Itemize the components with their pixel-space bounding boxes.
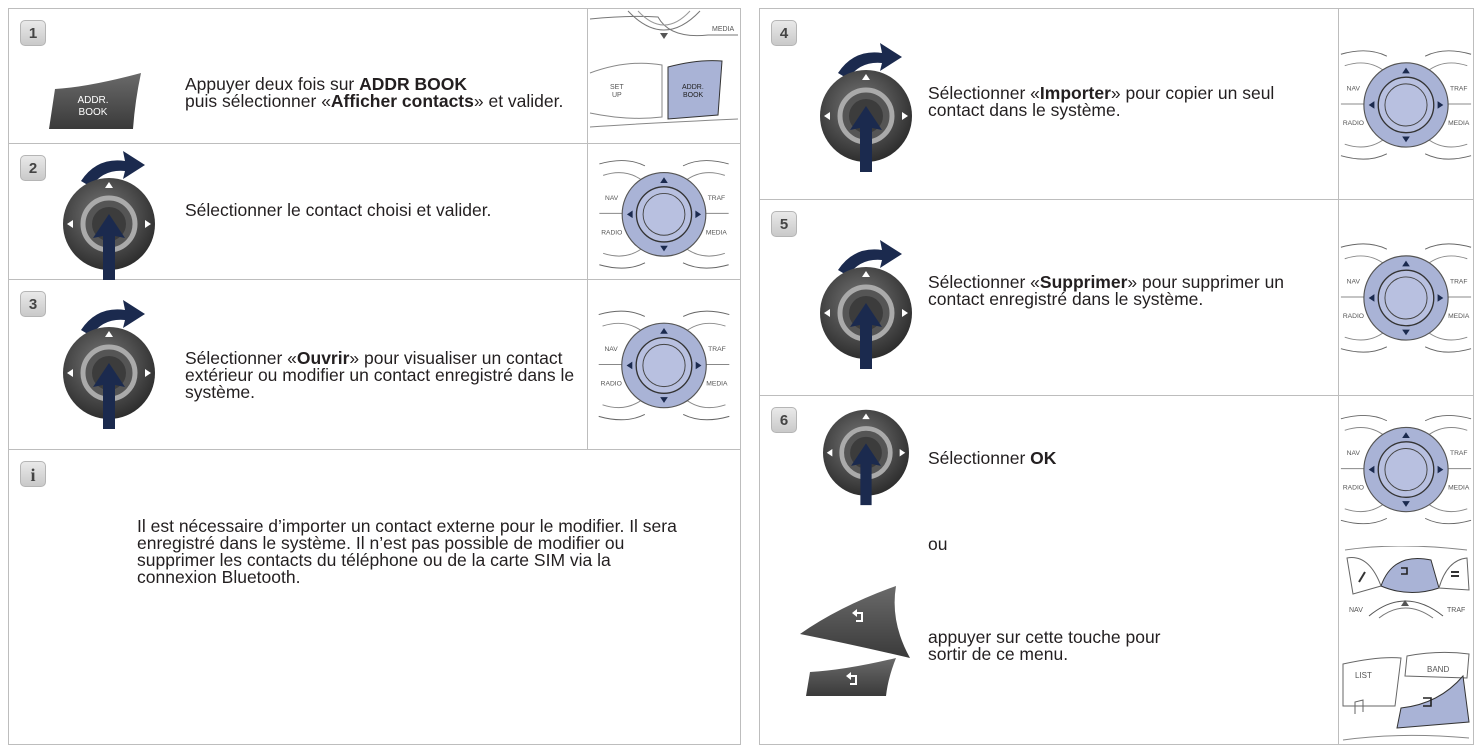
step-number-4: 4 (771, 20, 797, 46)
step-1: 1 ADDR. BOOK Appuyer deux fois sur ADDR … (9, 9, 740, 144)
radio-label: RADIO (601, 381, 622, 388)
back-button-upper[interactable] (800, 586, 910, 658)
media-label: MEDIA (1448, 485, 1470, 492)
radio-label: RADIO (601, 229, 622, 236)
nav-label: NAV (1347, 279, 1361, 286)
media-label: MEDIA (1448, 313, 1470, 320)
traf-label: TRAF (708, 195, 725, 202)
media-label: MEDIA (1448, 120, 1470, 127)
dial-console-thumb: NAV TRAF RADIO MEDIA (1338, 396, 1473, 546)
info-icon: i (20, 461, 46, 487)
rotary-dial-icon (816, 238, 916, 370)
band-label: BAND (1427, 665, 1449, 674)
media-label: MEDIA (712, 26, 735, 33)
dial-console-thumb: NAV TRAF RADIO MEDIA (587, 280, 740, 449)
back-console-thumb: NAV TRAF LIST BAND (1338, 546, 1473, 744)
radio-label: RADIO (1343, 313, 1364, 320)
addr-label-1: ADDR. (682, 84, 704, 91)
addr-book-console-thumb: MEDIA SET UP ADDR. BOOK (587, 9, 740, 143)
info-text: Il est nécessaire d’importer un contact … (137, 516, 677, 587)
nav-label: NAV (604, 346, 618, 353)
step-3: 3 Sélectionner «Ouvrir» pour visualiser … (9, 280, 740, 450)
rotary-dial-icon (59, 298, 159, 430)
traf-label: TRAF (1450, 279, 1467, 286)
addr-book-button[interactable]: ADDR. BOOK (49, 71, 149, 131)
step-number-3: 3 (20, 291, 46, 317)
addr-book-label-2: BOOK (79, 107, 108, 118)
nav-label: NAV (1349, 607, 1363, 614)
step-6-text-ok: Sélectionner OK (928, 448, 1057, 468)
rotary-dial-icon (816, 406, 916, 506)
traf-label: TRAF (708, 346, 726, 353)
rotary-dial-icon (59, 149, 159, 281)
right-panel: 4 Sélectionner «Importer» pour copier un… (759, 8, 1474, 745)
nav-label: NAV (605, 195, 619, 202)
step-number-6: 6 (771, 407, 797, 433)
left-panel: 1 ADDR. BOOK Appuyer deux fois sur ADDR … (8, 8, 741, 745)
list-label: LIST (1355, 671, 1372, 680)
traf-label: TRAF (1447, 607, 1465, 614)
rotary-dial-icon (816, 41, 916, 173)
step-4: 4 Sélectionner «Importer» pour copier un… (760, 9, 1473, 200)
info-box: i Il est nécessaire d’importer un contac… (9, 450, 740, 744)
nav-label: NAV (1347, 450, 1361, 457)
step-6: 6 Sélectionner OK ou appuyer sur cette t… (760, 396, 1473, 744)
step-3-text: Sélectionner «Ouvrir» pour visualiser un… (185, 348, 575, 402)
dial-console-thumb: NAV TRAF RADIO MEDIA (1338, 200, 1473, 395)
back-button-lower[interactable] (806, 658, 896, 698)
step-number-1: 1 (20, 20, 46, 46)
step-2-text: Sélectionner le contact choisi et valide… (185, 200, 492, 220)
dial-console-thumb: NAV TRAF RADIO MEDIA (1338, 9, 1473, 199)
step-number-2: 2 (20, 155, 46, 181)
traf-label: TRAF (1450, 450, 1467, 457)
step-5: 5 Sélectionner «Supprimer» pour supprime… (760, 200, 1473, 396)
media-label: MEDIA (706, 381, 728, 388)
step-2: 2 Sélectionner le contact choisi et vali… (9, 144, 740, 280)
addr-book-label-1: ADDR. (77, 95, 108, 106)
set-up-label-2: UP (612, 92, 622, 99)
step-number-5: 5 (771, 211, 797, 237)
nav-label: NAV (1347, 86, 1361, 93)
step-1-text: Appuyer deux fois sur ADDR BOOK puis sél… (185, 74, 564, 111)
radio-label: RADIO (1343, 485, 1364, 492)
step-6-or: ou (928, 534, 948, 554)
step-6-text-back: appuyer sur cette touche pour sortir de … (928, 627, 1161, 664)
step-5-text: Sélectionner «Supprimer» pour supprimer … (928, 272, 1285, 309)
dial-console-thumb: NAV TRAF RADIO MEDIA (587, 144, 740, 279)
step-4-text: Sélectionner «Importer» pour copier un s… (928, 83, 1275, 120)
addr-label-2: BOOK (683, 92, 704, 99)
traf-label: TRAF (1450, 86, 1467, 93)
media-label: MEDIA (706, 229, 728, 236)
set-up-label-1: SET (610, 84, 624, 91)
radio-label: RADIO (1343, 120, 1364, 127)
